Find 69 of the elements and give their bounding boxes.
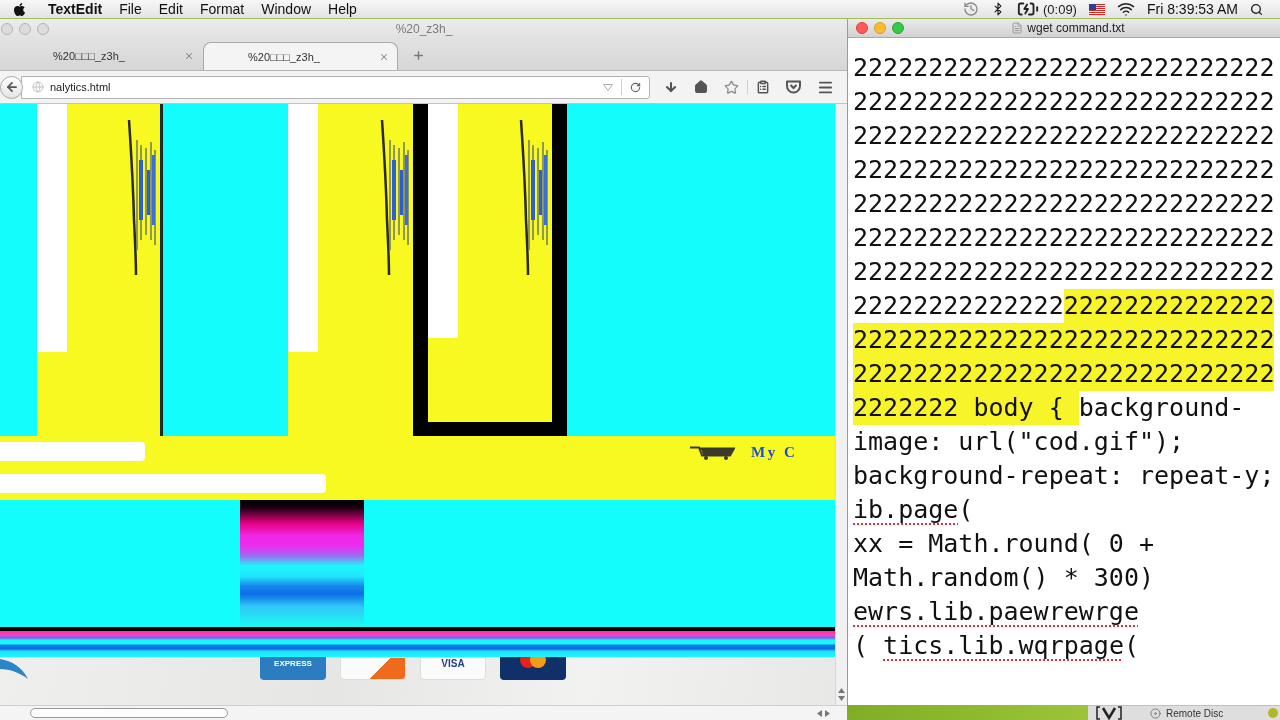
document-icon — [1011, 22, 1024, 34]
sidebar-item[interactable]: Remote Disc — [1150, 707, 1224, 719]
menu-item[interactable]: Edit — [158, 1, 183, 17]
text-line: 2222222222222222222222222222 — [853, 154, 1276, 186]
text-line: ewrs.lib.paewrewrge — [853, 596, 1140, 628]
payment-card: VISA — [420, 657, 486, 680]
cart-link[interactable]: My C — [751, 444, 798, 461]
scrollbar-thumb[interactable] — [30, 708, 228, 718]
menu-item[interactable]: Window — [261, 1, 312, 17]
menu-item[interactable]: Help — [328, 1, 357, 17]
window-title: wget command.txt — [1027, 21, 1125, 35]
sidebar-label: Remote Disc — [1166, 707, 1224, 719]
payment-card: EXPRESS — [260, 657, 326, 680]
text-line: Math.random() * 300) — [853, 562, 1156, 594]
cart-icon[interactable] — [690, 445, 735, 460]
browser-tab[interactable]: %20□□□_z3h_ — [8, 42, 203, 70]
download-icon[interactable] — [664, 80, 678, 94]
time-machine-icon[interactable] — [963, 1, 979, 17]
battery-time: (0:09) — [1043, 1, 1077, 17]
scroll-right-arrow-icon[interactable] — [825, 709, 830, 717]
arc-drawing — [0, 657, 30, 681]
text-line: 2222222222222222222222222222 — [853, 120, 1276, 152]
text-line: ib.page( — [853, 494, 975, 526]
url-text: nalytics.html — [50, 81, 112, 93]
window-title: %20_z3h_ — [395, 21, 453, 36]
pocket-icon[interactable] — [786, 80, 801, 94]
reload-icon[interactable] — [630, 81, 641, 93]
home-icon[interactable] — [694, 80, 708, 94]
new-tab-icon[interactable] — [412, 49, 425, 62]
scroll-left-arrow-icon[interactable] — [817, 709, 822, 717]
menu-item[interactable]: Format — [199, 1, 245, 17]
scroll-up-arrow-icon[interactable] — [838, 688, 845, 693]
disc-icon — [1150, 707, 1161, 719]
text-line: 2222222222222222222222222222 — [853, 86, 1276, 118]
text-line: 2222222222222222222222222222 — [853, 52, 1276, 84]
text-line: background-repeat: repeat-y; — [853, 460, 1276, 492]
reading-list-icon[interactable] — [756, 80, 770, 94]
bracket-v-icon — [1096, 706, 1122, 720]
star-icon[interactable] — [724, 79, 739, 95]
wifi-icon[interactable] — [1116, 0, 1135, 18]
close-button[interactable] — [856, 22, 868, 34]
vertical-scrollbar[interactable] — [835, 104, 847, 705]
address-bar[interactable]: nalytics.html — [21, 75, 650, 99]
circle-icon — [1268, 708, 1278, 718]
text-line: 2222222222222222222222222222 — [853, 222, 1276, 254]
close-icon[interactable] — [379, 51, 389, 62]
zoom-button[interactable] — [892, 22, 904, 34]
close-icon[interactable] — [184, 51, 194, 61]
app-menu[interactable]: TextEdit — [48, 1, 103, 17]
menu-item[interactable]: File — [119, 1, 142, 17]
text-line: 2222222222222222222222222222 — [853, 188, 1276, 220]
text-line: ( tics.lib.wqrpage( — [853, 630, 1140, 662]
arrow-left-icon — [4, 80, 19, 94]
dropdown-triangle-icon[interactable] — [603, 83, 613, 91]
apple-logo-icon[interactable] — [12, 1, 27, 17]
horizontal-scrollbar[interactable] — [0, 705, 847, 720]
search-icon[interactable] — [1250, 2, 1263, 16]
browser-tab[interactable]: %20□□□_z3h_ — [203, 42, 398, 70]
text-line: image: url("cod.gif"); — [853, 426, 1186, 458]
text-line: 2222222222222222222222222222 — [853, 289, 1280, 323]
text-line: 2222222222222222222222222222 — [853, 256, 1276, 288]
globe-icon — [32, 81, 44, 93]
scroll-down-arrow-icon[interactable] — [838, 696, 845, 701]
menu-clock[interactable]: Fri 8:39:53 AM — [1146, 1, 1238, 17]
text-line: xx = Math.round( 0 + — [853, 528, 1156, 560]
back-button[interactable] — [0, 75, 23, 99]
flag-icon[interactable] — [1088, 3, 1105, 15]
circles-icon — [518, 657, 548, 669]
payment-card — [340, 657, 406, 680]
